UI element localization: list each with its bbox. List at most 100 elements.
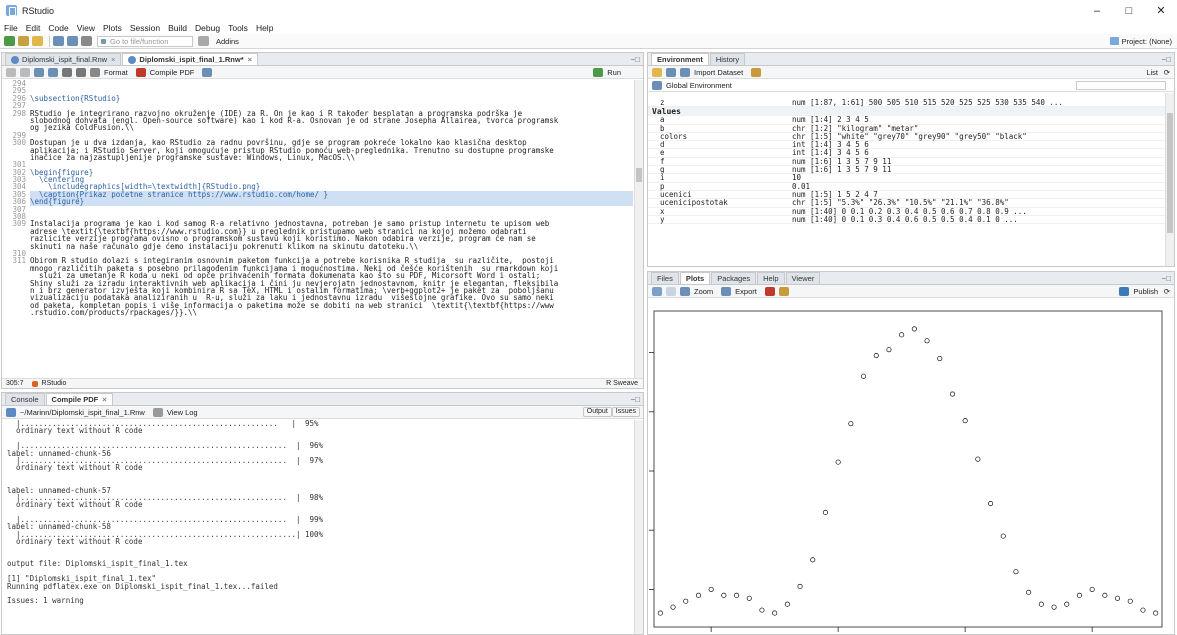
- pane-minmax-icon[interactable]: −□: [630, 395, 640, 404]
- env-row[interactable]: colors chr [1:5] "white" "grey70" "grey90…: [648, 132, 1165, 142]
- run-button[interactable]: Run: [593, 67, 621, 77]
- menu-view[interactable]: View: [77, 23, 95, 33]
- tab-help[interactable]: Help: [757, 272, 785, 284]
- code-line[interactable]: [30, 80, 633, 87]
- maximize-icon[interactable]: □: [1113, 0, 1145, 21]
- scroll-thumb[interactable]: [636, 168, 642, 182]
- section-label[interactable]: RStudio: [42, 380, 67, 387]
- code-editor[interactable]: 294 295 296 297 298 299 300 301 302 303 304 305 306 3…: [2, 80, 643, 378]
- find-icon[interactable]: [76, 67, 86, 77]
- env-search-input[interactable]: [1076, 80, 1166, 90]
- new-file-icon[interactable]: [4, 36, 15, 46]
- env-row[interactable]: y num [1:40] 0 0.1 0.3 0.4 0.6 0.5 0.5 0.…: [648, 215, 1165, 225]
- menu-debug[interactable]: Debug: [195, 23, 220, 33]
- issues-button[interactable]: Issues: [611, 407, 640, 417]
- prev-plot-icon[interactable]: [652, 286, 662, 296]
- print-icon[interactable]: [81, 36, 92, 46]
- tab-environment[interactable]: Environment: [651, 53, 709, 65]
- tab-packages[interactable]: Packages: [711, 272, 757, 284]
- menu-session[interactable]: Session: [130, 23, 160, 33]
- console-scrollbar[interactable]: [634, 420, 643, 634]
- show-in-window-icon[interactable]: [34, 67, 44, 77]
- env-row[interactable]: i 10: [648, 174, 1165, 183]
- project-menu[interactable]: Project: (None): [1109, 37, 1172, 46]
- clear-plots-broom-icon[interactable]: [778, 286, 789, 296]
- format-menu[interactable]: Format: [90, 67, 128, 77]
- list-view-menu[interactable]: List: [1146, 68, 1158, 77]
- open-icon[interactable]: [652, 67, 662, 77]
- chunk-icon[interactable]: [202, 67, 213, 77]
- next-plot-icon[interactable]: [666, 286, 676, 296]
- save-icon[interactable]: [48, 67, 58, 77]
- menu-tools[interactable]: Tools: [228, 23, 248, 33]
- grid-layout-icon[interactable]: [198, 36, 209, 46]
- menu-code[interactable]: Code: [48, 23, 68, 33]
- save-icon[interactable]: [666, 67, 676, 77]
- code-line[interactable]: og jezika ColdFusion.\\: [30, 124, 633, 132]
- spellcheck-icon[interactable]: [62, 67, 72, 77]
- code-line[interactable]: [30, 161, 633, 168]
- code-line[interactable]: [30, 206, 633, 213]
- file-type-label[interactable]: R Sweave: [606, 380, 638, 387]
- close-tab-icon[interactable]: ×: [248, 55, 252, 64]
- menu-help[interactable]: Help: [256, 23, 273, 33]
- export-menu[interactable]: Export: [721, 286, 757, 296]
- scope-selector[interactable]: Global Environment: [666, 81, 732, 90]
- code-line[interactable]: \begin{figure}: [30, 168, 633, 176]
- pane-minmax-icon[interactable]: −□: [1161, 55, 1171, 64]
- publish-button[interactable]: Publish: [1119, 286, 1158, 296]
- close-tab-icon[interactable]: ×: [102, 395, 106, 404]
- save-all-icon[interactable]: [67, 36, 78, 46]
- close-icon[interactable]: ✕: [1145, 0, 1177, 21]
- code-line[interactable]: \subsection{RStudio}: [30, 94, 633, 102]
- code-line[interactable]: [30, 87, 633, 94]
- tab-plots[interactable]: Plots: [679, 272, 711, 284]
- refresh-icon[interactable]: ⟳: [1164, 287, 1170, 296]
- code-line[interactable]: inačice za najzastupljenije programske s…: [30, 153, 633, 161]
- scroll-thumb[interactable]: [1167, 113, 1173, 233]
- tab-files[interactable]: Files: [651, 272, 679, 284]
- env-row[interactable]: e int [1:4] 3 4 5 6: [648, 149, 1165, 158]
- code-text[interactable]: \subsection{RStudio} RStudio je integrir…: [30, 80, 633, 378]
- save-icon[interactable]: [53, 36, 64, 46]
- env-row[interactable]: p 0.01: [648, 182, 1165, 191]
- back-icon[interactable]: [6, 67, 16, 77]
- tab-console[interactable]: Console: [5, 393, 45, 405]
- menu-build[interactable]: Build: [168, 23, 187, 33]
- minimize-icon[interactable]: –: [1081, 0, 1113, 21]
- env-row[interactable]: d int [1:4] 3 4 5 6: [648, 140, 1165, 150]
- compile-pdf-button[interactable]: Compile PDF: [135, 67, 194, 77]
- tab-diplomski-final-1[interactable]: Diplomski_ispit_final_1.Rnw* ×: [122, 53, 259, 65]
- view-log-link[interactable]: View Log: [167, 408, 198, 417]
- env-row[interactable]: z num [1:87, 1:61] 500 505 510 515 520 52…: [648, 98, 1165, 108]
- pane-minmax-icon[interactable]: −□: [1161, 274, 1171, 283]
- output-button[interactable]: Output: [582, 407, 612, 417]
- code-line[interactable]: \end{figure}: [30, 198, 633, 206]
- forward-icon[interactable]: [20, 67, 30, 77]
- remove-plot-icon[interactable]: [764, 286, 775, 296]
- import-dataset-menu[interactable]: Import Dataset: [680, 67, 743, 77]
- menu-file[interactable]: File: [4, 23, 18, 33]
- goto-file-input[interactable]: Go to file/function: [97, 35, 193, 47]
- refresh-icon[interactable]: ⟳: [1164, 68, 1170, 77]
- code-line[interactable]: .rstudio.com/products/rpackages/}}.\\: [30, 309, 633, 317]
- tab-diplomski-final[interactable]: Diplomski_ispit_final.Rnw ×: [5, 53, 122, 65]
- menu-plots[interactable]: Plots: [103, 23, 122, 33]
- env-row[interactable]: g num [1:6] 1 3 5 7 9 11: [648, 165, 1165, 175]
- code-line[interactable]: skinuti na naše računalo gdje ćemo insta…: [30, 242, 633, 250]
- pane-minmax-icon[interactable]: −□: [630, 55, 640, 64]
- addins-menu[interactable]: Addins: [216, 37, 239, 46]
- new-project-icon[interactable]: [18, 36, 29, 46]
- tab-viewer[interactable]: Viewer: [785, 272, 821, 284]
- env-scrollbar[interactable]: [1165, 93, 1174, 266]
- editor-scrollbar[interactable]: [634, 80, 643, 378]
- console-output[interactable]: |.......................................…: [2, 420, 634, 634]
- open-file-icon[interactable]: [32, 36, 43, 46]
- tab-history[interactable]: History: [709, 53, 746, 65]
- zoom-button[interactable]: Zoom: [680, 286, 713, 296]
- menu-edit[interactable]: Edit: [26, 23, 41, 33]
- tab-compile-pdf[interactable]: Compile PDF ×: [45, 393, 113, 405]
- code-line[interactable]: \caption{Prikaz početne stranice https:/…: [30, 190, 633, 198]
- broom-icon[interactable]: [751, 67, 762, 77]
- env-row[interactable]: f num [1:6] 1 3 5 7 9 11: [648, 157, 1165, 167]
